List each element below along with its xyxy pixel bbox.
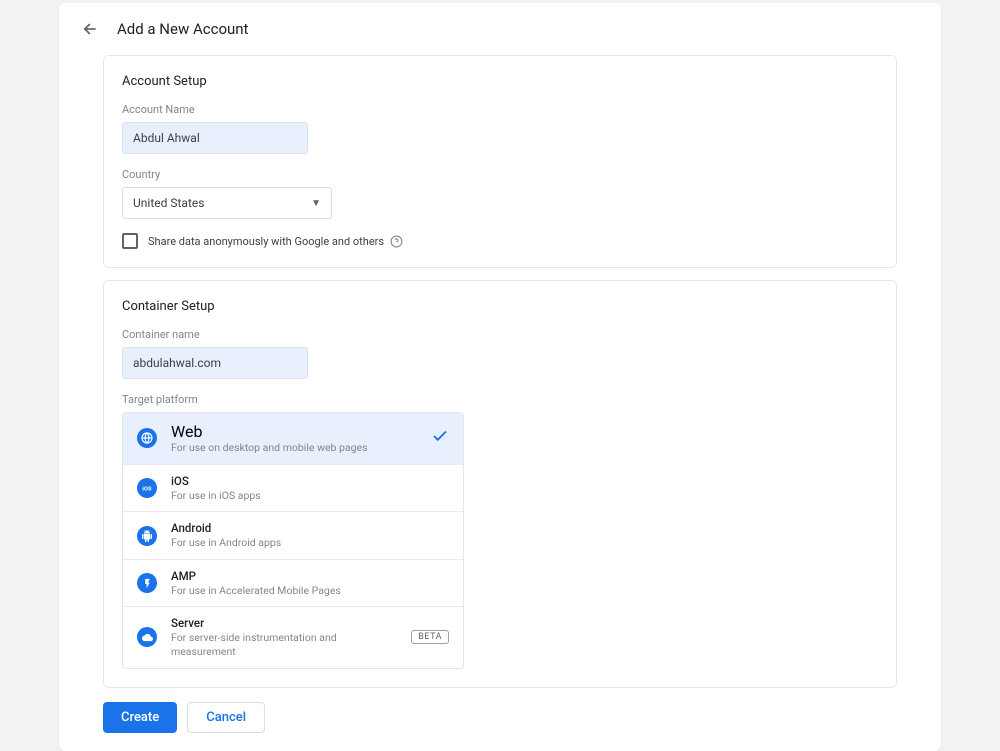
page-title: Add a New Account: [117, 20, 248, 38]
web-icon: [137, 428, 157, 448]
account-setup-card: Account Setup Account Name Country Unite…: [103, 55, 897, 268]
button-row: Create Cancel: [103, 702, 941, 733]
check-icon: [431, 427, 449, 449]
platform-text: Android For use in Android apps: [171, 521, 449, 550]
arrow-left-icon: [79, 19, 99, 39]
platform-desc: For server-side instrumentation and meas…: [171, 631, 397, 658]
server-icon: [137, 627, 157, 647]
help-icon[interactable]: [390, 235, 403, 248]
platform-item-android[interactable]: Android For use in Android apps: [123, 512, 463, 560]
amp-icon: [137, 573, 157, 593]
platform-desc: For use in Android apps: [171, 536, 449, 550]
platform-item-amp[interactable]: AMP For use in Accelerated Mobile Pages: [123, 560, 463, 608]
country-label: Country: [122, 168, 878, 181]
country-select[interactable]: United States ▼: [122, 187, 332, 219]
chevron-down-icon: ▼: [311, 198, 321, 209]
platform-text: Server For server-side instrumentation a…: [171, 616, 397, 658]
main-panel: Add a New Account Account Setup Account …: [59, 3, 941, 751]
platform-name: Web: [171, 422, 417, 441]
platform-text: Web For use on desktop and mobile web pa…: [171, 422, 417, 455]
platform-item-server[interactable]: Server For server-side instrumentation a…: [123, 607, 463, 667]
beta-badge: BETA: [411, 630, 449, 644]
container-name-label: Container name: [122, 328, 878, 341]
android-icon: [137, 526, 157, 546]
account-name-field: Account Name: [122, 103, 878, 154]
create-button[interactable]: Create: [103, 702, 177, 733]
svg-text:iOS: iOS: [142, 486, 152, 492]
account-name-label: Account Name: [122, 103, 878, 116]
platform-text: iOS For use in iOS apps: [171, 474, 449, 503]
ios-icon: iOS: [137, 478, 157, 498]
account-setup-title: Account Setup: [122, 74, 878, 89]
platform-name: AMP: [171, 569, 449, 584]
target-platform-label: Target platform: [122, 393, 878, 406]
share-data-label-wrap: Share data anonymously with Google and o…: [148, 235, 403, 248]
platform-desc: For use in Accelerated Mobile Pages: [171, 584, 449, 598]
country-field: Country United States ▼: [122, 168, 878, 219]
platform-name: Server: [171, 616, 397, 631]
platform-desc: For use on desktop and mobile web pages: [171, 441, 417, 455]
country-select-value: United States: [133, 196, 204, 210]
share-data-row: Share data anonymously with Google and o…: [122, 233, 878, 249]
share-data-checkbox[interactable]: [122, 233, 138, 249]
container-setup-title: Container Setup: [122, 299, 878, 314]
share-data-label: Share data anonymously with Google and o…: [148, 235, 384, 248]
platform-desc: For use in iOS apps: [171, 489, 449, 503]
platform-name: iOS: [171, 474, 449, 489]
platform-list: Web For use on desktop and mobile web pa…: [122, 412, 464, 669]
container-name-field: Container name: [122, 328, 878, 379]
platform-item-web[interactable]: Web For use on desktop and mobile web pa…: [123, 413, 463, 465]
platform-name: Android: [171, 521, 449, 536]
account-name-input[interactable]: [122, 122, 308, 154]
back-button[interactable]: [75, 15, 103, 43]
container-name-input[interactable]: [122, 347, 308, 379]
platform-item-ios[interactable]: iOS iOS For use in iOS apps: [123, 465, 463, 513]
container-setup-card: Container Setup Container name Target pl…: [103, 280, 897, 688]
cancel-button[interactable]: Cancel: [187, 702, 265, 733]
page-header: Add a New Account: [59, 3, 941, 55]
platform-text: AMP For use in Accelerated Mobile Pages: [171, 569, 449, 598]
